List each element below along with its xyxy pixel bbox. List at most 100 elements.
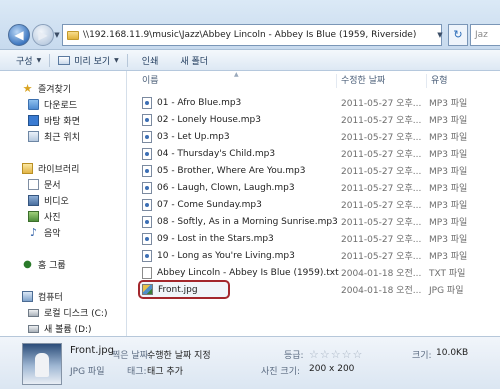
nav-desktop[interactable]: 바탕 화면: [28, 114, 80, 127]
file-type: MP3 파일: [429, 133, 468, 143]
column-header-modified[interactable]: 수정한 날짜: [341, 71, 385, 91]
folder-icon: [67, 30, 79, 40]
address-field[interactable]: \\192.168.11.9\music\Jazz\Abbey Lincoln …: [62, 24, 442, 46]
search-input[interactable]: Jaz: [470, 24, 500, 46]
file-row[interactable]: 06 - Laugh, Clown, Laugh.mp3 2011-05-27 …: [138, 179, 498, 196]
rating-stars[interactable]: ☆☆☆☆☆: [309, 348, 363, 361]
nav-favorites[interactable]: ★ 즐겨찾기: [22, 82, 72, 95]
command-bar: 구성 ▼ 미리 보기 ▼ 인쇄 새 폴더: [0, 50, 500, 71]
file-name: 10 - Long as You're Living.mp3: [157, 250, 295, 261]
file-row[interactable]: 01 - Afro Blue.mp3 2011-05-27 오후... MP3 …: [138, 94, 498, 111]
file-row[interactable]: 04 - Thursday's Child.mp3 2011-05-27 오후.…: [138, 145, 498, 162]
nav-homegroup[interactable]: ● 홈 그룹: [22, 258, 66, 271]
nav-music[interactable]: ♪ 음악: [28, 226, 61, 239]
preview-button[interactable]: 미리 보기 ▼: [50, 50, 127, 71]
column-divider[interactable]: [426, 74, 427, 88]
file-row[interactable]: 09 - Lost in the Stars.mp3 2011-05-27 오후…: [138, 230, 498, 247]
navigation-pane: ★ 즐겨찾기 다운로드 바탕 화면 최근 위치 라이브러리 문서 비디오 사진 …: [0, 71, 127, 336]
file-date: 2011-05-27 오후...: [341, 235, 422, 245]
nav-downloads[interactable]: 다운로드: [28, 98, 77, 111]
downloads-icon: [28, 99, 39, 110]
nav-libraries-label: 라이브러리: [38, 165, 80, 175]
file-date: 2004-01-18 오전...: [341, 269, 422, 279]
print-button[interactable]: 인쇄: [128, 50, 167, 71]
file-list: 01 - Afro Blue.mp3 2011-05-27 오후... MP3 …: [128, 92, 500, 336]
file-date: 2011-05-27 오후...: [341, 252, 422, 262]
file-date: 2004-01-18 오전...: [341, 286, 422, 296]
file-name: 01 - Afro Blue.mp3: [157, 97, 242, 108]
nav-documents[interactable]: 문서: [28, 178, 61, 191]
selected-file-highlight[interactable]: Front.jpg: [138, 280, 230, 299]
text-file-icon: [142, 266, 152, 279]
mp3-file-icon: [142, 198, 152, 211]
new-folder-button[interactable]: 새 폴더: [166, 50, 216, 71]
document-icon: [28, 179, 39, 190]
mp3-file-icon: [142, 164, 152, 177]
file-date: 2011-05-27 오후...: [341, 116, 422, 126]
video-icon: [28, 195, 39, 206]
pictures-icon: [28, 211, 39, 222]
column-divider[interactable]: [336, 74, 337, 88]
album-cover-figure: [35, 353, 49, 377]
rating-label: 등급:: [284, 351, 304, 361]
file-name: 07 - Come Sunday.mp3: [157, 199, 262, 210]
refresh-icon[interactable]: ↻: [448, 24, 468, 46]
file-date: 2011-05-27 오후...: [341, 133, 422, 143]
dimensions-label: 사진 크기:: [261, 367, 301, 377]
file-date: 2011-05-27 오후...: [341, 99, 422, 109]
nav-homegroup-label: 홈 그룹: [38, 261, 66, 271]
address-dropdown-icon[interactable]: ▼: [434, 24, 446, 46]
file-name: Front.jpg: [158, 284, 198, 295]
file-row[interactable]: 10 - Long as You're Living.mp3 2011-05-2…: [138, 247, 498, 264]
file-row[interactable]: 07 - Come Sunday.mp3 2011-05-27 오후... MP…: [138, 196, 498, 213]
file-type: JPG 파일: [429, 286, 464, 296]
forward-button[interactable]: ▶: [32, 24, 54, 46]
file-type: TXT 파일: [429, 269, 466, 279]
history-dropdown-icon[interactable]: ▼: [53, 31, 61, 39]
preview-label: 미리 보기: [74, 56, 111, 67]
file-type: MP3 파일: [429, 201, 468, 211]
file-type: MP3 파일: [429, 167, 468, 177]
file-type: MP3 파일: [429, 235, 468, 245]
nav-recent[interactable]: 최근 위치: [28, 130, 80, 143]
file-name: 06 - Laugh, Clown, Laugh.mp3: [157, 182, 295, 193]
music-icon: ♪: [29, 226, 38, 239]
file-date: 2011-05-27 오후...: [341, 201, 422, 211]
desktop-icon: [28, 115, 39, 126]
nav-local-disk[interactable]: 로컬 디스크 (C:): [28, 306, 107, 319]
column-header-type[interactable]: 유형: [431, 71, 448, 91]
file-row-selected[interactable]: Front.jpg 2004-01-18 오전... JPG 파일: [138, 280, 498, 299]
back-button[interactable]: ◀: [8, 24, 30, 46]
nav-libraries[interactable]: 라이브러리: [22, 162, 79, 175]
file-type: MP3 파일: [429, 252, 468, 262]
new-folder-label: 새 폴더: [180, 56, 209, 67]
file-name: 04 - Thursday's Child.mp3: [157, 148, 276, 159]
date-taken-value[interactable]: 수행한 날짜 지정: [147, 348, 211, 361]
file-row[interactable]: 08 - Softly, As in a Morning Sunrise.mp3…: [138, 213, 498, 230]
nav-computer-label: 컴퓨터: [38, 293, 63, 303]
address-path: \\192.168.11.9\music\Jazz\Abbey Lincoln …: [83, 30, 417, 40]
nav-pictures[interactable]: 사진: [28, 210, 61, 223]
details-filename: Front.jpg: [70, 345, 114, 356]
file-type: MP3 파일: [429, 99, 468, 109]
nav-pictures-label: 사진: [44, 213, 61, 223]
chevron-down-icon: ▼: [114, 56, 119, 64]
organize-button[interactable]: 구성 ▼: [8, 50, 49, 71]
file-row[interactable]: 02 - Lonely House.mp3 2011-05-27 오후... M…: [138, 111, 498, 128]
column-header-name[interactable]: 이름: [142, 71, 159, 91]
file-type: MP3 파일: [429, 116, 468, 126]
star-icon: ★: [22, 82, 33, 95]
details-pane: Front.jpg JPG 파일 찍은 날짜: 수행한 날짜 지정 태그: 태그…: [0, 336, 500, 389]
mp3-file-icon: [142, 181, 152, 194]
tags-value[interactable]: 태그 추가: [147, 364, 183, 377]
file-name: 09 - Lost in the Stars.mp3: [157, 233, 274, 244]
file-row[interactable]: 03 - Let Up.mp3 2011-05-27 오후... MP3 파일: [138, 128, 498, 145]
file-row[interactable]: 05 - Brother, Where Are You.mp3 2011-05-…: [138, 162, 498, 179]
nav-videos[interactable]: 비디오: [28, 194, 69, 207]
nav-computer[interactable]: 컴퓨터: [22, 290, 63, 303]
file-row[interactable]: Abbey Lincoln - Abbey Is Blue (1959).txt…: [138, 264, 498, 281]
print-label: 인쇄: [141, 56, 159, 67]
computer-icon: [22, 291, 33, 302]
nav-music-label: 음악: [44, 229, 61, 239]
nav-new-volume[interactable]: 새 볼륨 (D:): [28, 322, 92, 335]
